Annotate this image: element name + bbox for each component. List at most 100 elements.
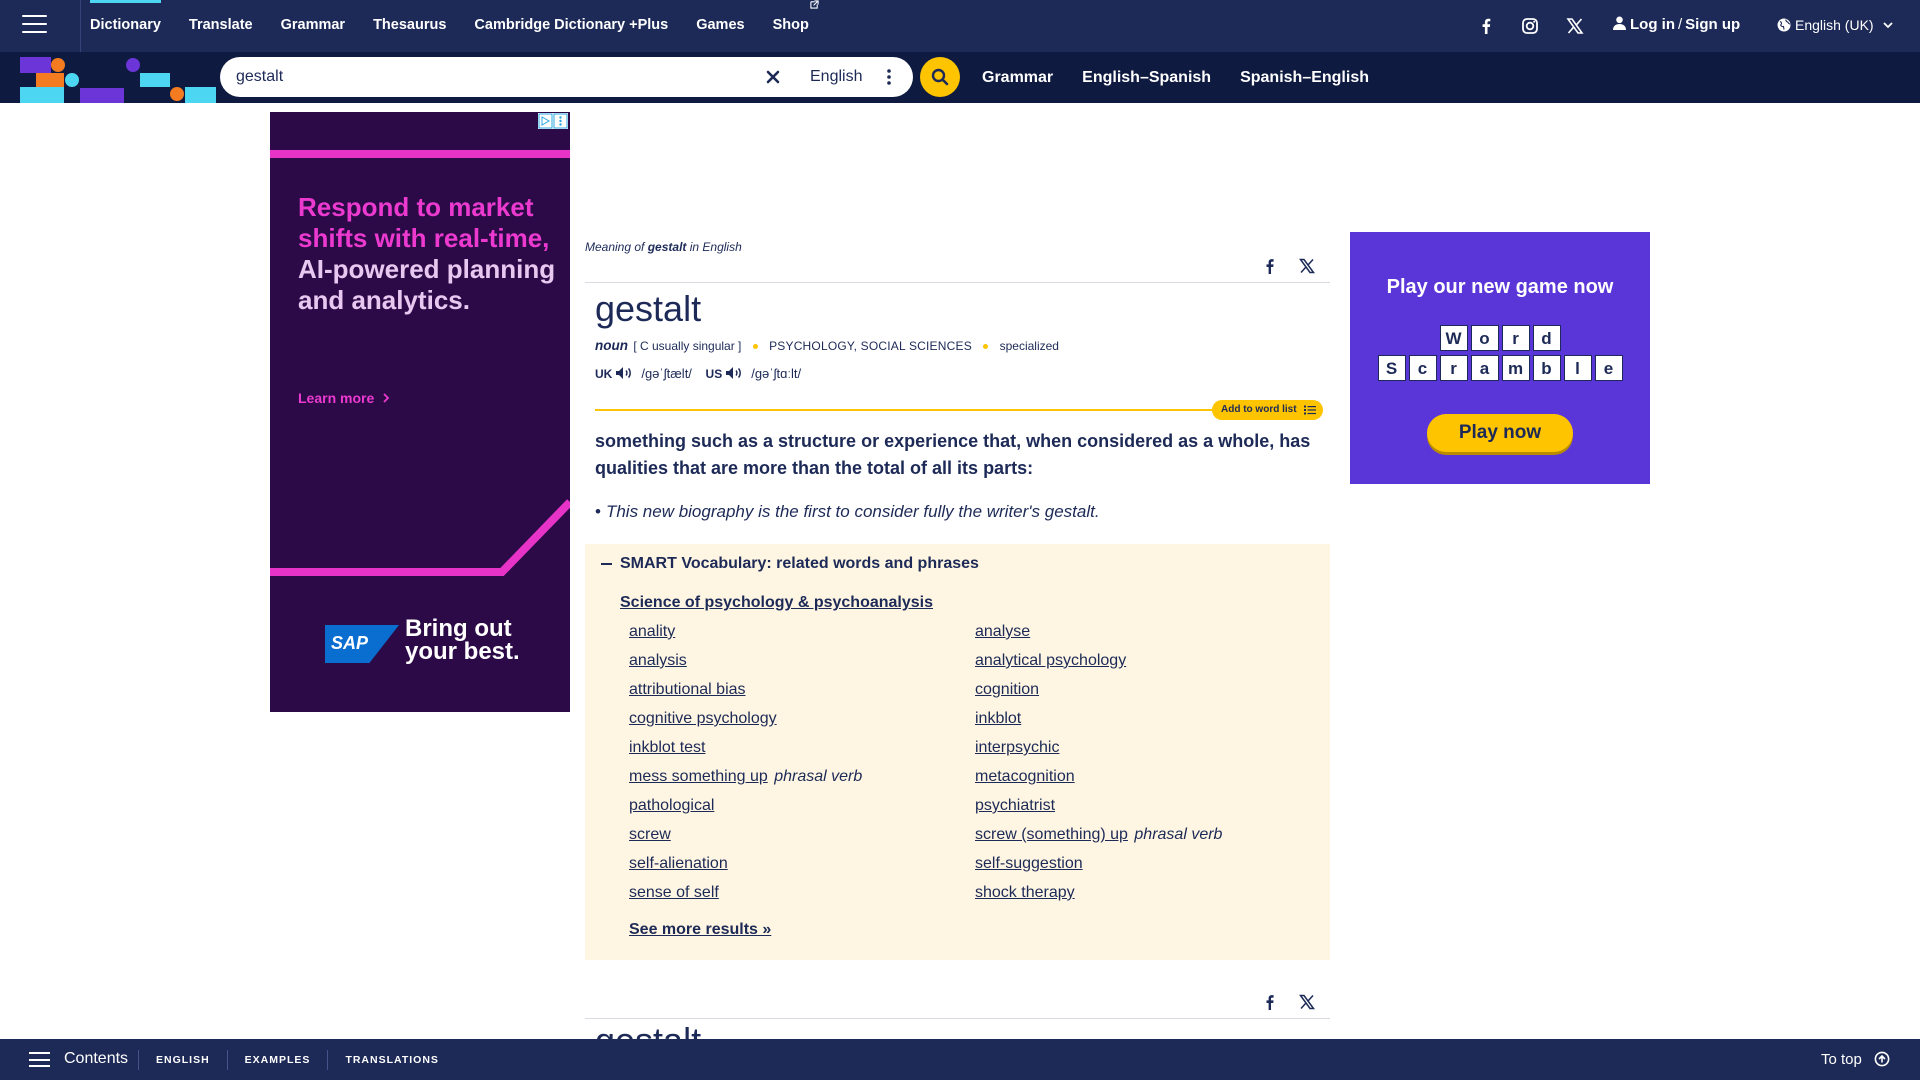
to-top-link[interactable]: To top [1821,1051,1862,1068]
sublink-english-spanish[interactable]: English–Spanish [1082,52,1211,103]
tab-english[interactable]: ENGLISH [138,1049,227,1070]
contents-menu-icon[interactable] [29,1052,50,1067]
ad-tagline-1: Bring out [405,615,512,642]
related-words-col-2: analyse analytical psychology cognition … [975,623,1222,913]
related-word-link[interactable]: self-alienation [629,855,728,872]
example-bullet: • [595,502,601,521]
sublink-grammar[interactable]: Grammar [982,52,1053,103]
related-word-link[interactable]: self-suggestion [975,855,1083,872]
sublink-spanish-english[interactable]: Spanish–English [1240,52,1369,103]
headword: gestalt [595,288,702,329]
related-words-col-1: anality analysis attributional bias cogn… [629,623,862,913]
nav-games[interactable]: Games [682,0,758,52]
ad-left[interactable]: Respond to market shifts with real-time,… [270,112,570,712]
speaker-icon[interactable] [725,366,743,380]
list-item: pathological [629,797,862,826]
nav-shop[interactable]: Shop [759,0,833,52]
letter-tile: b [1532,355,1561,381]
word-note: phrasal verb [774,768,863,785]
facebook-icon[interactable] [1476,16,1496,36]
list-item: inkblot [975,710,1222,739]
adchoices-icon[interactable] [538,113,568,129]
tab-examples[interactable]: EXAMPLES [226,1049,328,1070]
instagram-icon[interactable] [1520,16,1540,36]
related-word-link[interactable]: interpsychic [975,739,1059,756]
smart-vocabulary-topic[interactable]: Science of psychology & psychoanalysis [620,594,933,612]
related-word-link[interactable]: screw (something) up [975,826,1128,843]
list-item: psychiatrist [975,797,1222,826]
add-to-word-list-button[interactable]: Add to word list [1212,400,1323,420]
login-link[interactable]: Log in / Sign up [1613,16,1740,33]
related-word-link[interactable]: shock therapy [975,884,1075,901]
cambridge-logo[interactable] [0,52,216,103]
us-label: US [705,367,723,381]
related-word-link[interactable]: sense of self [629,884,719,901]
x-icon[interactable] [1565,16,1585,36]
related-word-link[interactable]: attributional bias [629,681,746,698]
related-word-link[interactable]: screw [629,826,671,843]
example-sentence: • This new biography is the first to cons… [595,502,1100,522]
related-word-link[interactable]: cognitive psychology [629,710,777,727]
external-link-icon [810,0,819,9]
grammar-code[interactable]: [ C usually singular ] [633,339,741,353]
share-facebook-icon[interactable] [1263,994,1277,1010]
uk-ipa: /ɡəˈʃtælt/ [641,366,692,381]
nav-thesaurus[interactable]: Thesaurus [359,0,460,52]
tab-translations[interactable]: TRANSLATIONS [327,1049,455,1070]
search-input[interactable] [236,57,736,97]
letter-tile: m [1501,355,1530,381]
see-more-results-link[interactable]: See more results » [629,921,771,939]
chevron-right-icon [383,393,390,403]
ad-learn-more[interactable]: Learn more [298,390,390,406]
list-item: shock therapy [975,884,1222,913]
menu-icon[interactable] [22,15,47,35]
more-options-icon[interactable] [885,68,893,86]
domain-label: SOCIAL SCIENCES [860,339,972,353]
list-item: cognitive psychology [629,710,862,739]
nav-plus[interactable]: Cambridge Dictionary +Plus [460,0,682,52]
related-word-link[interactable]: analysis [629,652,687,669]
list-item: cognition [975,681,1222,710]
related-word-link[interactable]: anality [629,623,675,640]
related-word-link[interactable]: cognition [975,681,1039,698]
arrow-up-circle-icon[interactable] [1874,1051,1890,1067]
grammar-line: noun [ C usually singular ] PSYCHOLOGY, … [595,338,1059,353]
dictionary-selector[interactable]: English [810,68,862,86]
share-x-icon[interactable] [1299,994,1315,1010]
ad-game-title: Play our new game now [1386,276,1614,298]
related-word-link[interactable]: analyse [975,623,1030,640]
signup-label[interactable]: Sign up [1685,16,1740,33]
add-to-word-list-label: Add to word list [1221,404,1297,415]
related-word-link[interactable]: metacognition [975,768,1075,785]
related-word-link[interactable]: psychiatrist [975,797,1055,814]
speaker-icon[interactable] [615,366,633,380]
related-word-link[interactable]: inkblot [975,710,1021,727]
list-item: metacognition [975,768,1222,797]
ad-right[interactable]: Play our new game now W o r d S c r a m … [1350,232,1650,484]
related-word-link[interactable]: mess something up [629,768,768,785]
list-item: mess something up phrasal verb [629,768,862,797]
clear-search-icon[interactable] [764,68,782,86]
related-word-link[interactable]: analytical psychology [975,652,1126,669]
nav-dictionary[interactable]: Dictionary [90,0,175,52]
search-icon [931,68,949,86]
related-word-link[interactable]: pathological [629,797,714,814]
search-button[interactable] [920,57,960,97]
play-now-button[interactable]: Play now [1427,414,1573,452]
share-x-icon[interactable] [1299,258,1315,274]
uk-label: UK [595,367,613,381]
letter-tile: c [1408,355,1437,381]
share-facebook-icon[interactable] [1263,258,1277,274]
collapse-icon[interactable] [601,563,612,565]
language-selector[interactable]: English (UK) [1777,17,1894,33]
smart-vocabulary-title[interactable]: SMART Vocabulary: related words and phra… [620,555,979,573]
letter-tile: d [1532,325,1561,351]
part-of-speech[interactable]: noun [595,338,628,353]
usage-label[interactable]: specialized [1000,339,1059,353]
related-word-link[interactable]: inkblot test [629,739,705,756]
nav-grammar[interactable]: Grammar [267,0,359,52]
letter-tile: l [1563,355,1592,381]
nav-translate[interactable]: Translate [175,0,267,52]
contents-button[interactable]: Contents [64,1050,128,1068]
login-label[interactable]: Log in [1630,16,1675,33]
